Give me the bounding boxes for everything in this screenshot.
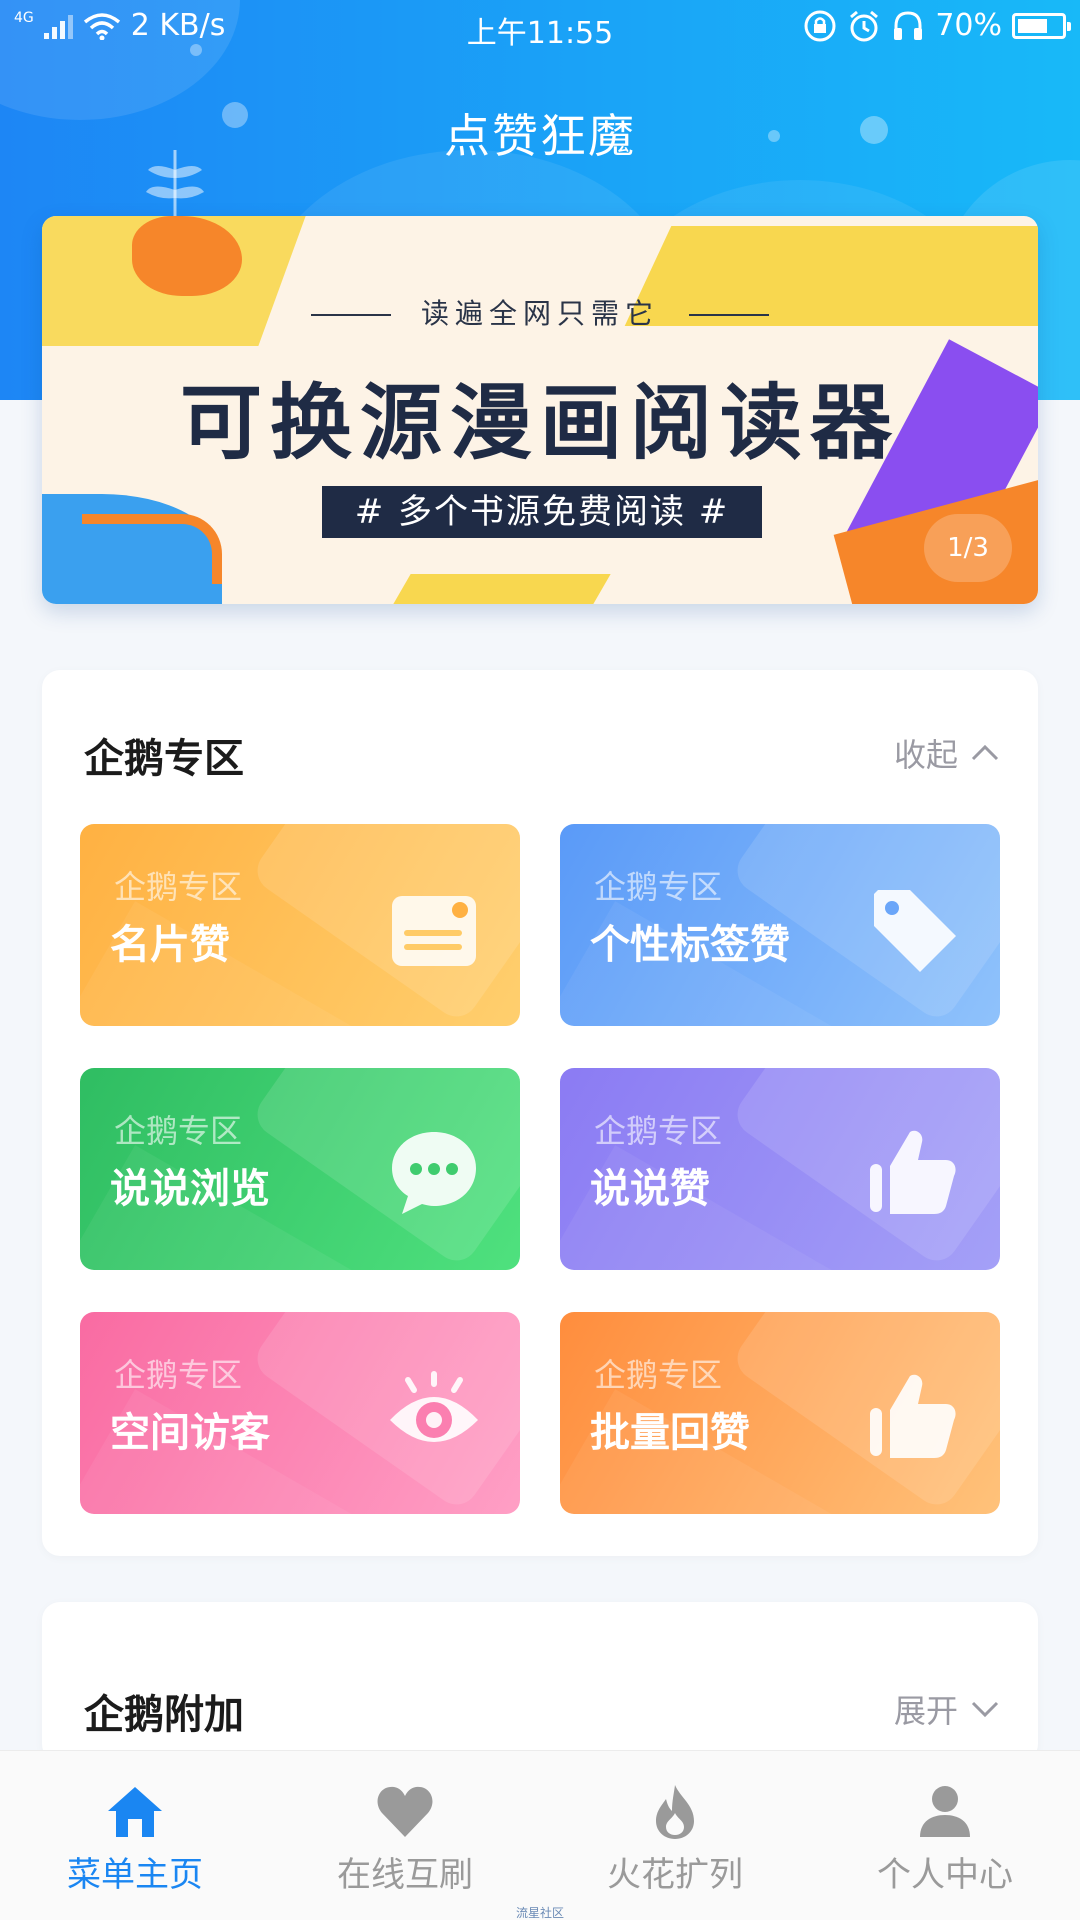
nav-label: 在线互刷: [337, 1855, 473, 1895]
expand-label: 展开: [893, 1692, 958, 1730]
tile-label: 名片赞: [110, 922, 230, 968]
chat-bubble-icon: [392, 1132, 476, 1214]
headphones-icon: [894, 10, 923, 40]
nav-item-profile[interactable]: 个人中心: [810, 1781, 1080, 1896]
tile-kicker: 企鹅专区: [114, 1356, 243, 1394]
paint-splash-yellow-bottom: [393, 574, 611, 604]
tag-icon: [874, 890, 956, 972]
tile-kicker: 企鹅专区: [594, 1356, 723, 1394]
lock-rotate-icon: [804, 10, 836, 41]
tile-label: 个性标签赞: [590, 922, 790, 968]
tile-kicker: 企鹅专区: [594, 1112, 723, 1150]
app-title: 点赞狂魔: [444, 109, 636, 163]
nav-item-online-exchange[interactable]: 在线互刷: [270, 1781, 540, 1896]
status-bar: 4G 2 KB/s 上午11:55 70%: [0, 0, 1080, 56]
person-icon: [920, 1786, 970, 1837]
nav-item-spark-expand[interactable]: 火花扩列: [540, 1781, 810, 1896]
tile-post-views[interactable]: 企鹅专区 说说浏览: [80, 1068, 520, 1270]
status-right: 70%: [803, 8, 1071, 43]
chevron-up-icon: [971, 744, 999, 761]
tile-kicker: 企鹅专区: [114, 1112, 243, 1150]
tile-post-like[interactable]: 企鹅专区 说说赞: [560, 1068, 1000, 1270]
promo-banner[interactable]: 读遍全网只需它 可换源漫画阅读器 # 多个书源免费阅读 # 1/3: [42, 216, 1038, 604]
tile-card-like[interactable]: 企鹅专区 名片赞: [80, 824, 520, 1026]
battery-icon: [1012, 12, 1071, 39]
banner-tag: # 多个书源免费阅读 #: [322, 486, 762, 538]
section-title: 企鹅附加: [84, 1692, 244, 1738]
banner-title: 可换源漫画阅读器: [179, 375, 900, 471]
thumbs-up-icon: [870, 1374, 956, 1458]
bottom-navigation: 菜单主页 在线互刷 火花扩列 个人中心: [0, 1750, 1080, 1920]
expand-toggle[interactable]: 展开: [894, 1686, 1000, 1732]
alarm-icon: [850, 10, 879, 41]
flame-icon: [656, 1785, 694, 1839]
tile-label: 空间访客: [110, 1410, 270, 1456]
nav-label: 菜单主页: [67, 1855, 203, 1895]
battery-percent: 70%: [935, 8, 1002, 43]
card-icon: [392, 896, 476, 966]
collapse-label: 收起: [893, 736, 958, 774]
nav-label: 火花扩列: [607, 1855, 743, 1895]
tile-tag-like[interactable]: 企鹅专区 个性标签赞: [560, 824, 1000, 1026]
nav-label: 个人中心: [877, 1855, 1013, 1895]
tile-batch-like-back[interactable]: 企鹅专区 批量回赞: [560, 1312, 1000, 1514]
banner-subtitle: 读遍全网只需它: [42, 292, 1038, 332]
penguin-zone-section: 企鹅专区 收起 企鹅专区 名片赞 企鹅专区 个性标签赞 企鹅专区 说说浏览 企鹅…: [42, 670, 1038, 1556]
paint-splash-orange-left: [82, 514, 222, 584]
home-icon: [108, 1787, 162, 1837]
tile-label: 批量回赞: [590, 1410, 750, 1456]
watermark: 流星社区: [515, 1906, 564, 1920]
tile-kicker: 企鹅专区: [594, 868, 723, 906]
banner-page-indicator: 1/3: [924, 514, 1012, 582]
thumbs-up-icon: [870, 1130, 956, 1214]
eye-icon: [390, 1371, 478, 1442]
section-title: 企鹅专区: [84, 736, 244, 782]
penguin-extra-section: 企鹅附加 展开: [42, 1602, 1038, 1762]
chevron-down-icon: [971, 1701, 999, 1718]
heart-icon: [377, 1786, 433, 1837]
tile-label: 说说赞: [590, 1166, 710, 1212]
banner-subtitle-text: 读遍全网只需它: [420, 297, 659, 330]
collapse-toggle[interactable]: 收起: [894, 730, 1000, 776]
tile-kicker: 企鹅专区: [114, 868, 243, 906]
nav-item-home[interactable]: 菜单主页: [0, 1781, 270, 1896]
tile-label: 说说浏览: [110, 1166, 270, 1212]
tile-space-visitors[interactable]: 企鹅专区 空间访客: [80, 1312, 520, 1514]
